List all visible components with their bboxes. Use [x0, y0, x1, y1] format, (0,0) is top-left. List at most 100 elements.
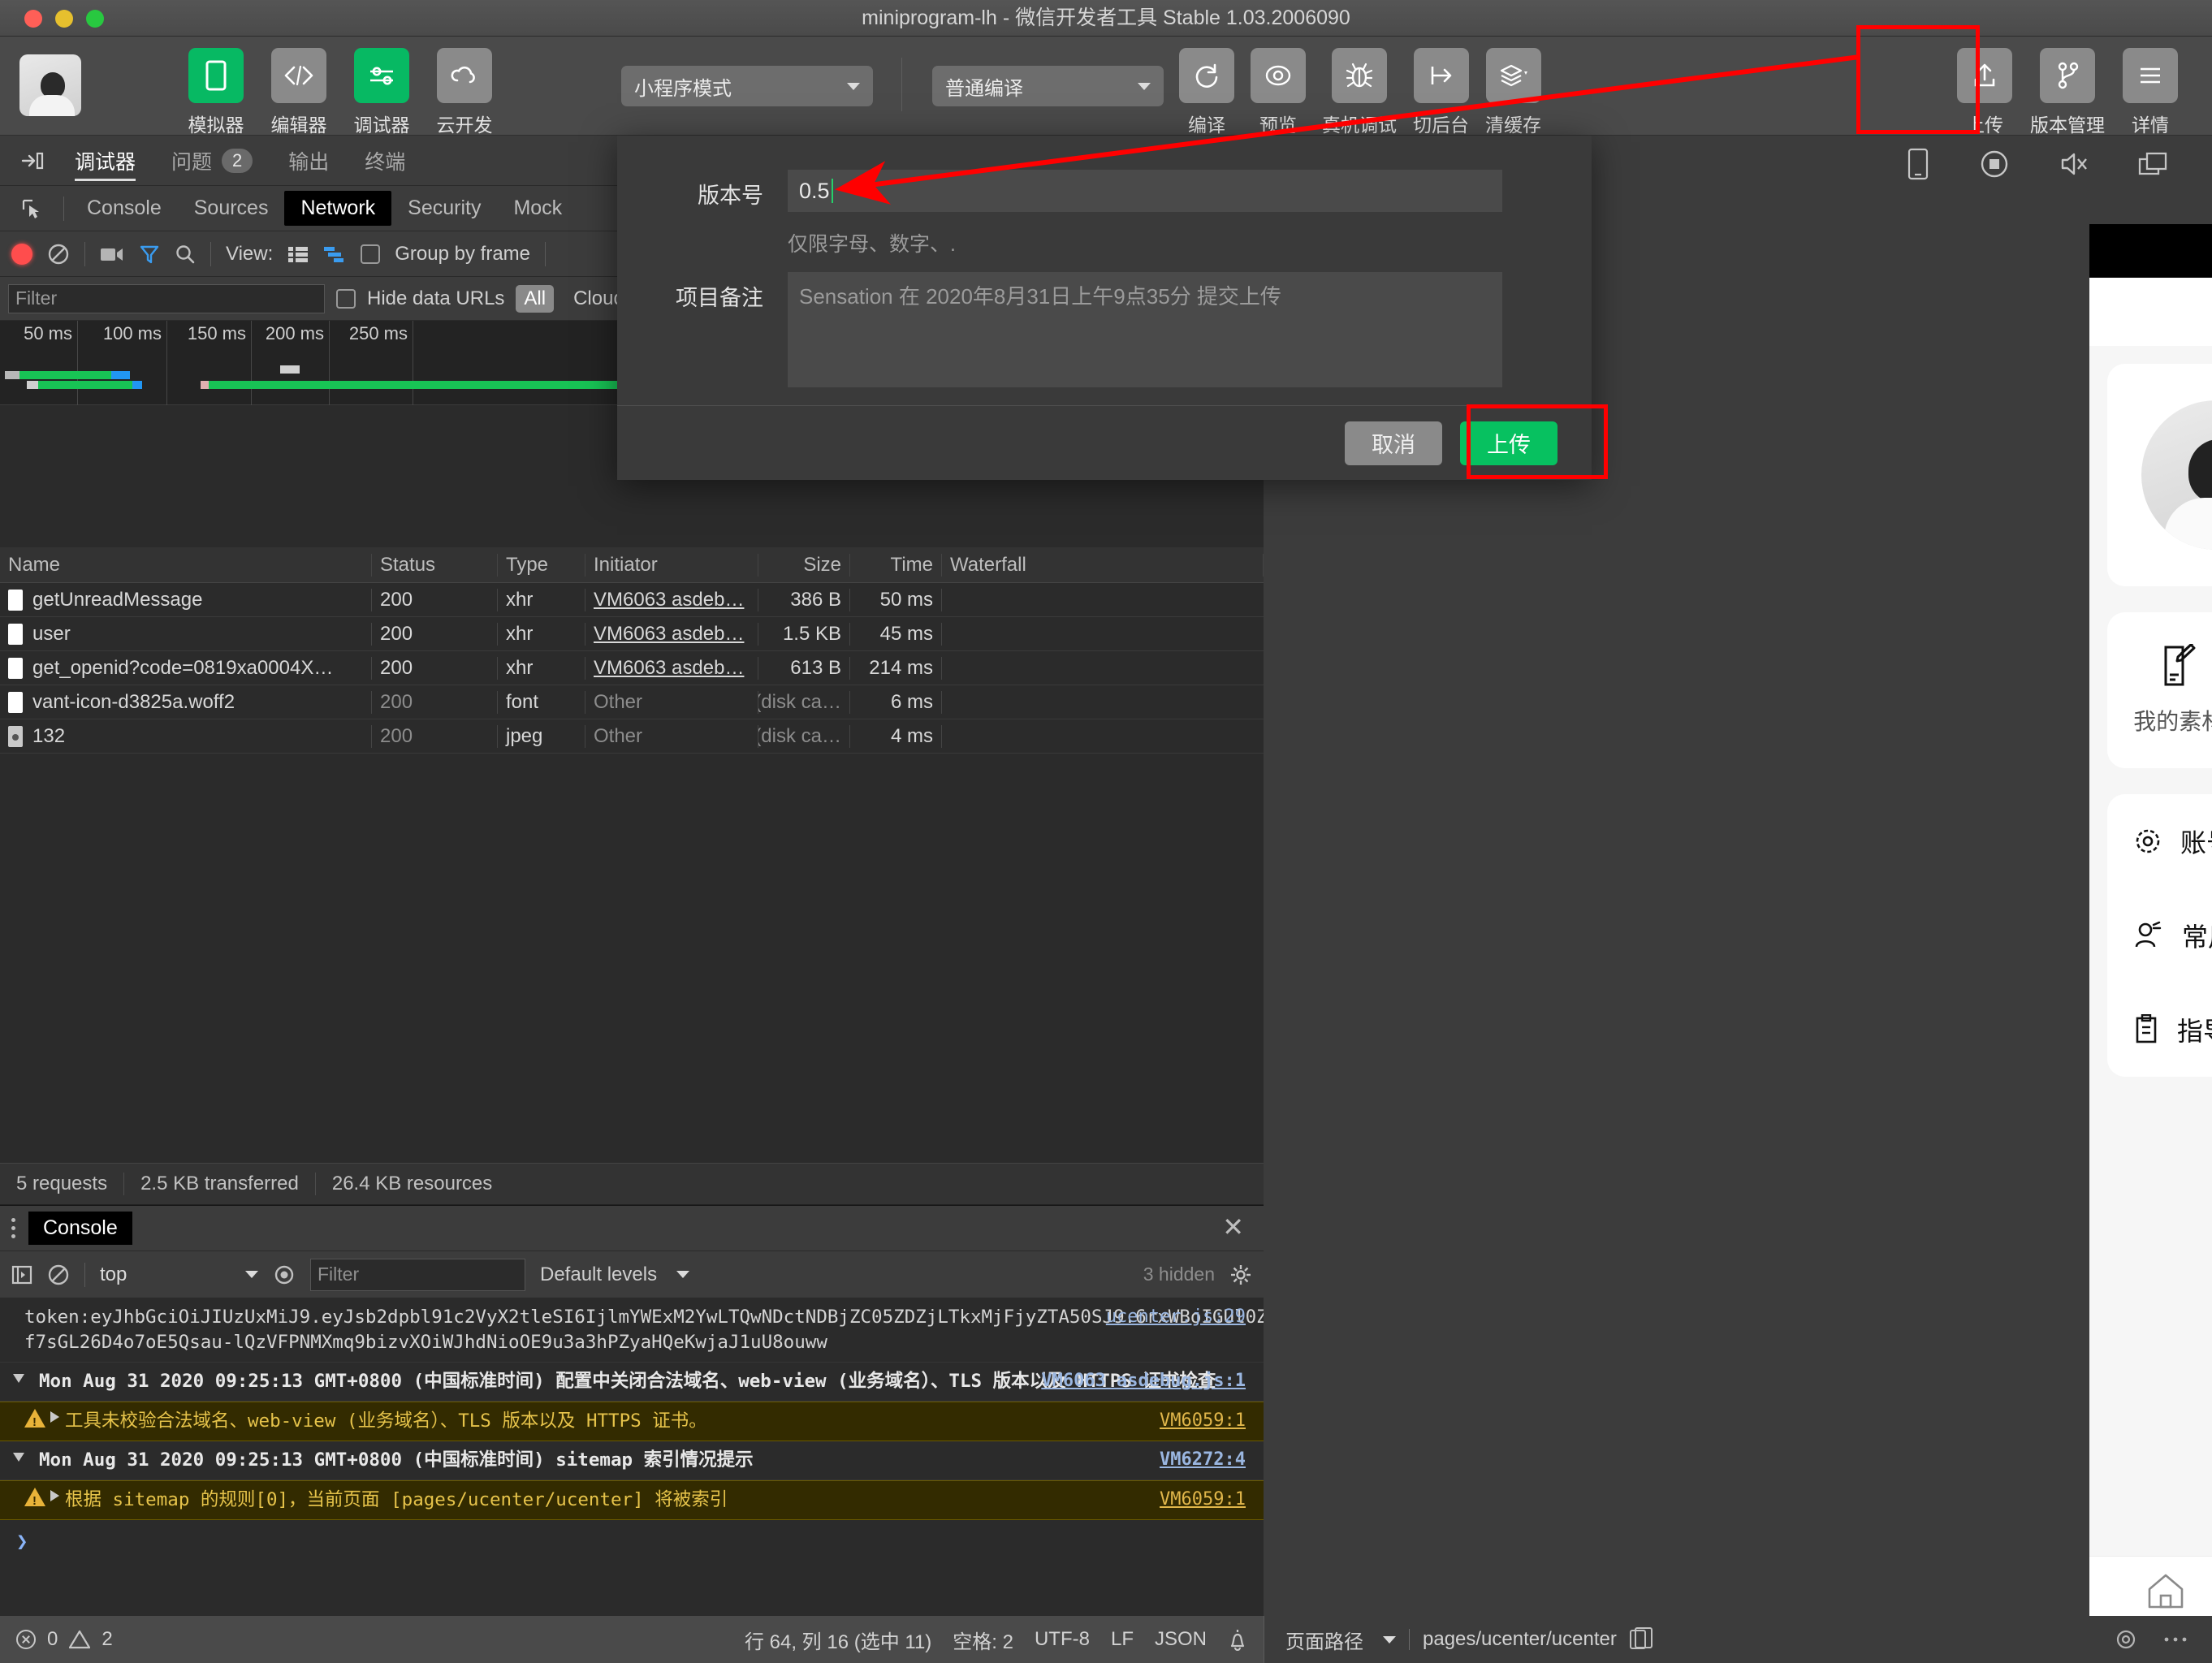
request-initiator[interactable]: VM6063 asdeb…	[585, 622, 758, 646]
subtab-security[interactable]: Security	[391, 191, 497, 226]
console-message-source[interactable]: VM6059:1	[1160, 1488, 1246, 1512]
menu-item-account-settings[interactable]: 账号设置	[2133, 794, 2212, 888]
page-path-select[interactable]: 页面路径	[1285, 1626, 1396, 1654]
mode-select[interactable]: 小程序模式	[621, 66, 873, 106]
indent-setting[interactable]: 空格: 2	[953, 1626, 1013, 1654]
search-icon[interactable]	[175, 244, 196, 265]
gear-icon[interactable]	[1229, 1263, 1252, 1286]
group-by-frame-checkbox[interactable]	[361, 244, 381, 264]
bell-icon[interactable]	[1228, 1628, 1247, 1651]
column-header-status[interactable]: Status	[372, 553, 498, 577]
user-avatar[interactable]	[19, 54, 81, 116]
console-message-group[interactable]: Mon Aug 31 2020 09:25:13 GMT+0800 (中国标准时…	[0, 1363, 1264, 1402]
chevron-right-icon[interactable]	[50, 1411, 59, 1423]
network-filter-input[interactable]: Filter	[8, 283, 325, 313]
table-row[interactable]: vant-icon-d3825a.woff2 200 font Other (d…	[0, 685, 1264, 719]
file-icon	[8, 657, 23, 679]
console-eye-icon[interactable]	[273, 1263, 296, 1286]
table-row[interactable]: getUnreadMessage 200 xhr VM6063 asdeb… 3…	[0, 583, 1264, 617]
chevron-right-icon[interactable]	[50, 1490, 59, 1502]
table-row[interactable]: 132 200 jpeg Other (disk ca… 4 ms	[0, 719, 1264, 754]
request-initiator[interactable]: VM6063 asdeb…	[585, 588, 758, 611]
version-field-row: 版本号 0.5	[617, 170, 1543, 212]
inspect-element-icon[interactable]	[6, 198, 57, 219]
drawer-more-icon[interactable]	[11, 1218, 15, 1238]
toggle-debugger-button[interactable]: 调试器	[348, 48, 415, 137]
console-message-source[interactable]: VM6063 asdebug.js:1	[1041, 1369, 1246, 1393]
console-message-source[interactable]: VM6059:1	[1160, 1409, 1246, 1433]
mute-icon[interactable]	[2059, 151, 2089, 177]
sidebar-toggle-icon[interactable]	[11, 1264, 32, 1285]
hide-data-urls-label: Hide data URLs	[367, 287, 505, 309]
subtab-sources[interactable]: Sources	[178, 191, 285, 226]
tab-output[interactable]: 输出	[270, 136, 347, 186]
upload-submit-button[interactable]: 上传	[1460, 421, 1557, 465]
subtab-mock[interactable]: Mock	[497, 191, 578, 226]
version-input[interactable]: 0.5	[788, 170, 1502, 212]
clear-network-icon[interactable]	[47, 243, 70, 266]
compile-select[interactable]: 普通编译	[932, 66, 1164, 106]
console-levels-select[interactable]: Default levels	[540, 1263, 690, 1286]
subtab-console[interactable]: Console	[71, 191, 178, 226]
table-row[interactable]: get_openid?code=0819xa0004X… 200 xhr VM6…	[0, 651, 1264, 685]
details-button[interactable]: 详情	[2123, 48, 2178, 137]
column-header-time[interactable]: Time	[850, 553, 942, 577]
tab-debugger[interactable]: 调试器	[57, 136, 153, 186]
preview-button[interactable]: 预览	[1251, 48, 1306, 137]
remark-textarea[interactable]: Sensation 在 2020年8月31日上午9点35分 提交上传	[788, 272, 1502, 387]
close-icon[interactable]: ✕	[1222, 1214, 1244, 1240]
drawer-tab-console[interactable]: Console	[28, 1212, 132, 1245]
window-icon[interactable]	[2137, 151, 2168, 177]
screenshot-capture-icon[interactable]	[100, 245, 124, 263]
console-filter-input[interactable]: Filter	[310, 1258, 525, 1291]
menu-item-people-management[interactable]: 常用人员管理	[2133, 888, 2212, 983]
expand-panel-icon[interactable]	[8, 151, 57, 171]
hide-data-urls-checkbox[interactable]	[336, 288, 356, 309]
version-management-button[interactable]: 版本管理	[2030, 48, 2105, 137]
request-initiator[interactable]: VM6063 asdeb…	[585, 656, 758, 680]
filter-type-all[interactable]: All	[516, 284, 555, 313]
subtab-network[interactable]: Network	[284, 191, 392, 226]
toggle-simulator-button[interactable]: 模拟器	[183, 48, 249, 137]
list-view-icon[interactable]	[287, 245, 309, 263]
toggle-editor-button[interactable]: 编辑器	[266, 48, 332, 137]
encoding-setting[interactable]: UTF-8	[1035, 1628, 1090, 1651]
device-icon[interactable]	[1907, 148, 1929, 180]
clear-cache-button[interactable]: 清缓存	[1485, 48, 1541, 137]
column-header-waterfall[interactable]: Waterfall	[942, 553, 1264, 577]
menu-item-guide-students[interactable]: 指导学生	[2133, 983, 2212, 1077]
filter-icon[interactable]	[139, 244, 160, 265]
background-button[interactable]: 切后台	[1413, 48, 1469, 137]
console-message-source[interactable]: VM6272:4	[1160, 1448, 1246, 1472]
console-context-select[interactable]: top	[100, 1263, 258, 1286]
avatar[interactable]	[2141, 400, 2212, 550]
status-problems[interactable]: 0 2	[0, 1628, 113, 1651]
eye-icon[interactable]	[2115, 1628, 2137, 1651]
column-header-size[interactable]: Size	[758, 553, 850, 577]
cursor-position[interactable]: 行 64, 列 16 (选中 11)	[745, 1626, 931, 1654]
column-header-initiator[interactable]: Initiator	[585, 553, 758, 577]
grid-item-my-materials[interactable]: 我的素材	[2107, 644, 2212, 736]
phone-nav-bar: 数据中心	[2089, 278, 2212, 346]
console-input-prompt[interactable]: ❯	[0, 1520, 1264, 1562]
waterfall-view-icon[interactable]	[323, 245, 346, 263]
column-header-name[interactable]: Name	[0, 553, 372, 577]
real-device-debug-button[interactable]: 真机调试	[1322, 48, 1397, 137]
upload-button[interactable]: 上传	[1957, 48, 2012, 137]
console-message-group[interactable]: Mon Aug 31 2020 09:25:13 GMT+0800 (中国标准时…	[0, 1441, 1264, 1481]
toggle-cloud-button[interactable]: 云开发	[431, 48, 498, 137]
copy-icon[interactable]	[1629, 1627, 1653, 1649]
language-mode[interactable]: JSON	[1155, 1628, 1207, 1651]
tab-problems[interactable]: 问题 2	[153, 136, 270, 186]
table-row[interactable]: user 200 xhr VM6063 asdeb… 1.5 KB 45 ms	[0, 617, 1264, 651]
clear-console-icon[interactable]	[47, 1263, 70, 1286]
record-icon[interactable]	[1978, 148, 2011, 180]
tab-terminal[interactable]: 终端	[347, 136, 423, 186]
console-message-source[interactable]: ucenter.js:29	[1106, 1305, 1246, 1329]
column-header-type[interactable]: Type	[498, 553, 585, 577]
record-toggle-icon[interactable]	[11, 243, 32, 265]
compile-button[interactable]: 编译	[1179, 48, 1234, 137]
eol-setting[interactable]: LF	[1111, 1628, 1134, 1651]
more-options-icon[interactable]	[2163, 1636, 2188, 1643]
cancel-button[interactable]: 取消	[1345, 421, 1442, 465]
